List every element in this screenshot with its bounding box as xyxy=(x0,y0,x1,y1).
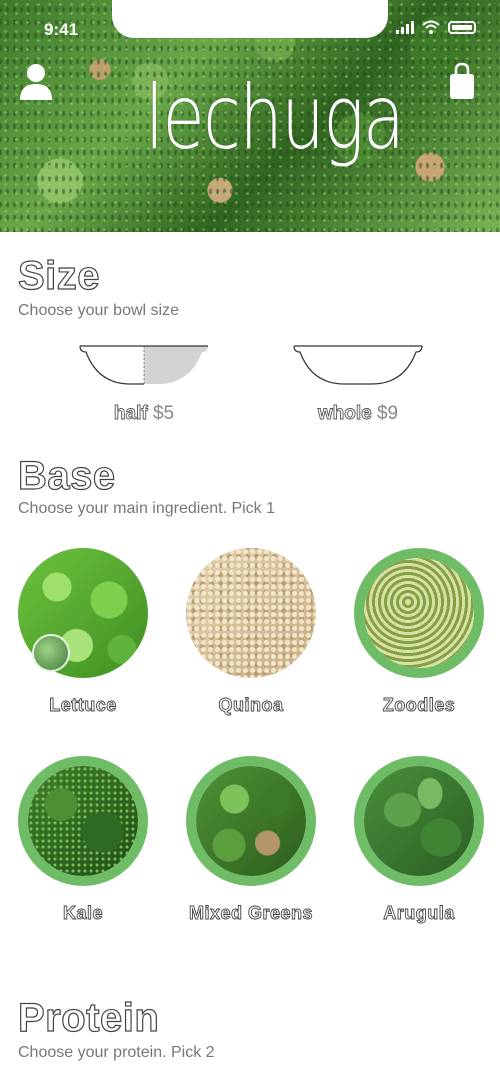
half-bowl-option[interactable] xyxy=(78,342,210,388)
whole-bowl-price: $9 xyxy=(376,403,399,424)
arugula-image xyxy=(354,756,484,886)
order-builder: Size Choose your bowl size half $5 whole… xyxy=(0,232,500,1091)
base-option-quinoa[interactable] xyxy=(186,548,316,678)
wifi-icon xyxy=(422,20,440,34)
whole-bowl-label[interactable]: whole $9 xyxy=(268,403,448,425)
quinoa-label: Quinoa xyxy=(218,695,284,716)
half-bowl-name: half xyxy=(113,403,148,425)
battery-icon xyxy=(448,21,476,34)
protein-section-subtitle: Choose your protein. Pick 2 xyxy=(18,1044,215,1061)
signal-icon xyxy=(396,21,414,34)
status-time: 9:41 xyxy=(44,20,79,39)
whole-bowl-name: whole xyxy=(317,403,372,425)
half-bowl-label[interactable]: half $5 xyxy=(54,403,234,425)
arugula-label: Arugula xyxy=(383,903,455,924)
device-notch xyxy=(112,0,388,38)
shopping-bag-icon[interactable] xyxy=(448,62,476,100)
mixed-greens-label: Mixed Greens xyxy=(188,903,314,924)
kale-label: Kale xyxy=(62,903,104,924)
protein-section-title: Protein xyxy=(17,995,160,1040)
whole-bowl-option[interactable] xyxy=(292,342,424,388)
user-icon[interactable] xyxy=(18,62,54,102)
base-option-mixed-greens[interactable] xyxy=(186,756,316,886)
lettuce-label: Lettuce xyxy=(49,695,117,716)
zoodles-image xyxy=(354,548,484,678)
size-section-subtitle: Choose your bowl size xyxy=(18,302,179,319)
mixed-greens-image xyxy=(186,756,316,886)
base-section-title: Base xyxy=(17,453,116,498)
base-option-lettuce[interactable] xyxy=(18,548,148,678)
base-section-subtitle: Choose your main ingredient. Pick 1 xyxy=(18,500,276,517)
app-logo: lechuga xyxy=(145,66,405,169)
quinoa-image xyxy=(186,548,316,678)
size-section-title: Size xyxy=(17,253,101,298)
selected-globe-icon xyxy=(32,634,70,672)
status-icons xyxy=(396,20,476,34)
header-hero-image: 9:41 lechuga xyxy=(0,0,500,232)
kale-image xyxy=(18,756,148,886)
base-option-zoodles[interactable] xyxy=(354,548,484,678)
half-bowl-price: $5 xyxy=(152,403,175,424)
base-option-kale[interactable] xyxy=(18,756,148,886)
base-option-arugula[interactable] xyxy=(354,756,484,886)
zoodles-label: Zoodles xyxy=(382,695,456,716)
